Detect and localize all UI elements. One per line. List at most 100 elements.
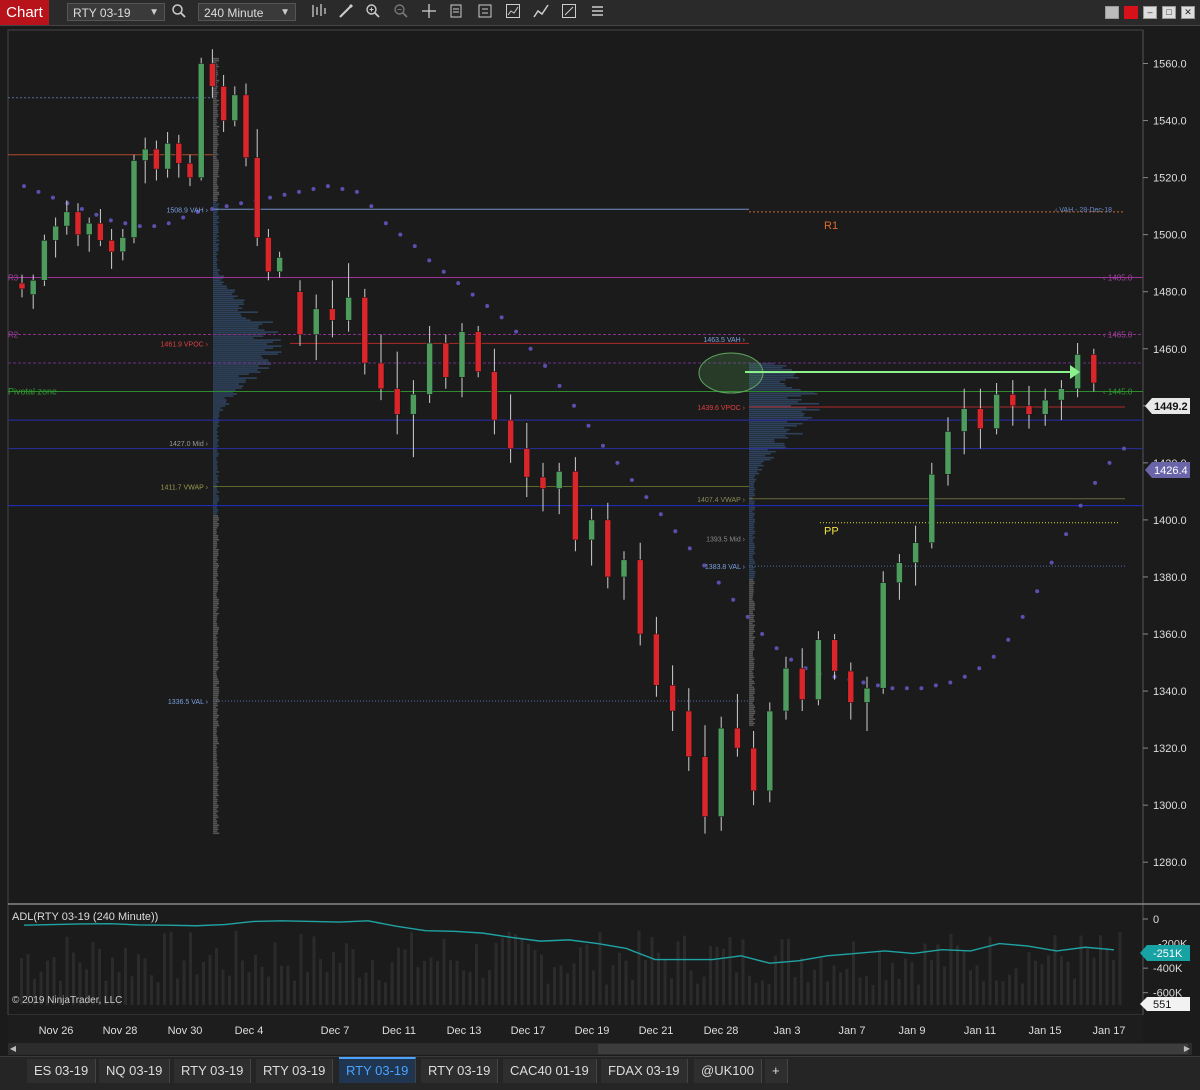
volume-profile-bar bbox=[213, 125, 220, 128]
candle-body bbox=[604, 519, 612, 578]
minimize-icon[interactable]: – bbox=[1143, 6, 1157, 19]
sar-dot bbox=[629, 477, 634, 482]
chart-style-icon[interactable] bbox=[308, 3, 328, 22]
sar-dot bbox=[977, 666, 982, 671]
volume-profile-bar bbox=[749, 602, 755, 605]
volume-profile-bar bbox=[213, 351, 282, 353]
volume-profile-bar bbox=[749, 644, 755, 647]
time-axis[interactable]: Nov 26 Nov 28 Nov 30 Dec 4 Dec 7 Dec 11 Dec 13… bbox=[8, 1015, 1143, 1043]
candle-body bbox=[734, 727, 741, 749]
search-icon[interactable] bbox=[169, 3, 189, 22]
zoom-out-icon[interactable] bbox=[391, 3, 411, 22]
crosshair-icon[interactable] bbox=[419, 3, 439, 22]
scroll-left-icon[interactable]: ◀ bbox=[8, 1043, 18, 1055]
instrument-tab[interactable]: FDAX 03-19 bbox=[601, 1059, 688, 1083]
volume-profile-bar bbox=[213, 147, 218, 150]
sar-dot bbox=[1107, 460, 1112, 465]
volume-bar bbox=[501, 937, 504, 1005]
volume-profile-bar bbox=[213, 113, 219, 116]
interval-selector[interactable]: 240 Minute ▼ bbox=[198, 3, 296, 21]
volume-profile-bar bbox=[213, 129, 219, 132]
volume-profile-bar bbox=[213, 483, 217, 485]
volume-bar bbox=[494, 942, 498, 1005]
price-chart[interactable]: 1508.9 VAH › 1461.9 VPOC › 1427.0 Mid › 141… bbox=[0, 25, 1200, 1015]
instrument-tab[interactable]: RTY 03-19 bbox=[421, 1059, 499, 1083]
maximize-icon[interactable]: □ bbox=[1162, 6, 1176, 19]
volume-profile-bar bbox=[749, 480, 755, 483]
sar-dot bbox=[760, 631, 765, 636]
indicators-icon[interactable] bbox=[503, 3, 523, 22]
volume-bar bbox=[260, 966, 264, 1005]
volume-profile-bar bbox=[213, 756, 217, 759]
link-color-icon[interactable] bbox=[1124, 6, 1138, 19]
volume-profile-bar bbox=[749, 568, 754, 571]
volume-profile-bar bbox=[213, 730, 218, 733]
instrument-tab[interactable]: RTY 03-19 bbox=[256, 1059, 334, 1083]
volume-bar bbox=[1092, 957, 1096, 1005]
sar-dot bbox=[470, 292, 475, 297]
volume-profile-bar bbox=[213, 189, 217, 192]
volume-profile-bar bbox=[213, 728, 217, 731]
candle-body bbox=[85, 223, 93, 235]
volume-label: 551 bbox=[1153, 999, 1171, 1011]
volume-profile-bar bbox=[749, 554, 753, 557]
volume-profile-bar bbox=[213, 339, 281, 341]
volume-profile-bar bbox=[213, 401, 227, 403]
volume-bar bbox=[845, 968, 849, 1005]
properties-icon[interactable] bbox=[475, 3, 495, 22]
scrollbar-thumb[interactable] bbox=[598, 1044, 1188, 1054]
chart-title-tab[interactable]: Chart bbox=[0, 0, 49, 25]
instrument-tab[interactable]: RTY 03-19 bbox=[174, 1059, 252, 1083]
volume-profile-bar bbox=[213, 429, 217, 431]
scroll-right-icon[interactable]: ▶ bbox=[1182, 1043, 1192, 1055]
sar-dot bbox=[485, 303, 490, 308]
candle-body bbox=[1009, 394, 1017, 407]
volume-profile-bar bbox=[213, 141, 218, 144]
instrument-tab[interactable]: RTY 03-19 bbox=[339, 1057, 417, 1083]
add-tab-button[interactable]: + bbox=[765, 1059, 788, 1083]
menu-icon[interactable] bbox=[587, 3, 607, 22]
volume-bar bbox=[371, 960, 374, 1005]
volume-profile-bar bbox=[213, 642, 218, 645]
volume-bar bbox=[754, 982, 758, 1005]
volume-bar bbox=[429, 957, 433, 1005]
volume-profile-bar bbox=[749, 578, 754, 581]
volume-bar bbox=[605, 984, 608, 1005]
volume-profile-bar bbox=[213, 758, 218, 761]
volume-bar bbox=[124, 948, 127, 1005]
volume-profile-bar bbox=[749, 606, 755, 609]
zoom-in-icon[interactable] bbox=[363, 3, 383, 22]
chart-toolbar: Chart RTY 03-19 ▼ 240 Minute ▼ – □ ✕ bbox=[0, 0, 1200, 26]
volume-profile-bar bbox=[213, 688, 219, 691]
volume-profile-bar bbox=[749, 460, 764, 463]
templates-icon[interactable] bbox=[559, 3, 579, 22]
volume-bar bbox=[819, 958, 823, 1005]
instrument-selector[interactable]: RTY 03-19 ▼ bbox=[67, 3, 165, 21]
data-box-icon[interactable] bbox=[447, 3, 467, 22]
instrument-tab[interactable]: CAC40 01-19 bbox=[503, 1059, 597, 1083]
volume-profile-bar bbox=[213, 694, 219, 697]
candle-body bbox=[231, 94, 239, 121]
instrument-tab[interactable]: @UK100 bbox=[694, 1059, 762, 1083]
volume-profile-bar bbox=[213, 279, 221, 282]
volume-profile-bar bbox=[213, 205, 218, 208]
horizontal-scrollbar[interactable]: ◀ ▶ bbox=[8, 1043, 1192, 1055]
volume-profile-bar bbox=[213, 582, 219, 585]
instrument-tab[interactable]: ES 03-19 bbox=[27, 1059, 97, 1083]
sar-dot bbox=[282, 192, 287, 197]
candle-body bbox=[119, 237, 127, 253]
volume-profile-bar bbox=[213, 499, 220, 501]
volume-bar bbox=[286, 965, 290, 1005]
volume-bar bbox=[488, 970, 491, 1005]
close-icon[interactable]: ✕ bbox=[1181, 6, 1195, 19]
volume-profile-bar bbox=[213, 297, 234, 300]
volume-profile-bar bbox=[213, 167, 219, 170]
price-marker: 1426.4 bbox=[1145, 462, 1190, 478]
restore-icon[interactable] bbox=[1105, 6, 1119, 19]
volume-profile-bar bbox=[213, 273, 219, 276]
strategies-icon[interactable] bbox=[531, 3, 551, 22]
instrument-tab[interactable]: NQ 03-19 bbox=[99, 1059, 171, 1083]
volume-bar bbox=[312, 936, 316, 1005]
volume-profile-bar bbox=[749, 666, 755, 669]
drawing-tools-icon[interactable] bbox=[336, 3, 356, 22]
